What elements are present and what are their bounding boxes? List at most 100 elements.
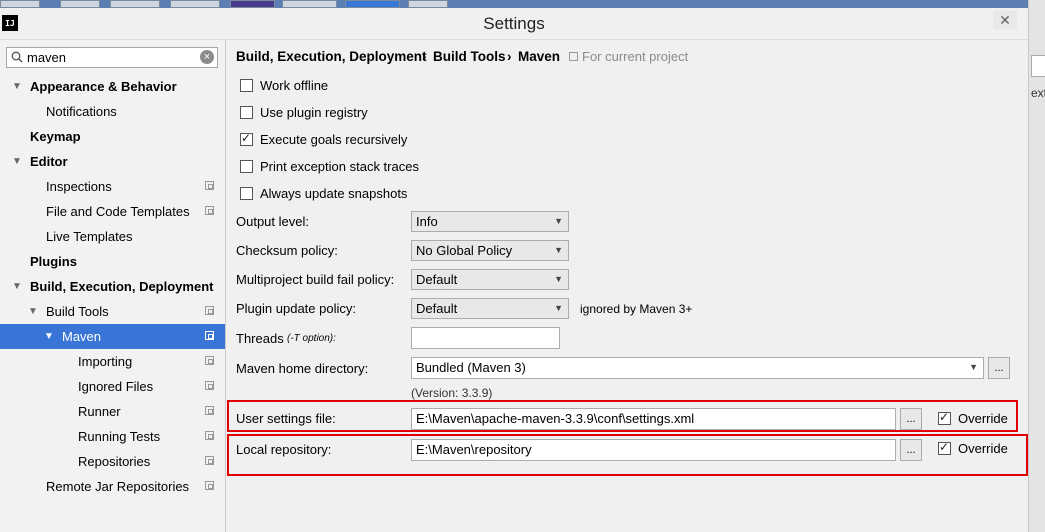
background-app-field xyxy=(1031,55,1045,77)
project-scope-icon xyxy=(205,406,214,415)
use-plugin-registry-label: Use plugin registry xyxy=(260,105,368,120)
threads-hint: (-T option): xyxy=(287,333,336,344)
chevron-down-icon: ▼ xyxy=(28,306,38,317)
breadcrumb-separator: › xyxy=(422,49,427,64)
project-scope-icon xyxy=(205,306,214,315)
sidebar-item-label: Notifications xyxy=(46,104,117,119)
project-scope-icon xyxy=(205,456,214,465)
taskbar-strip xyxy=(0,0,1045,8)
taskbar-button[interactable] xyxy=(282,0,337,8)
taskbar-button[interactable] xyxy=(408,0,448,8)
chevron-down-icon: ▼ xyxy=(12,156,22,167)
sidebar-item-label: Build, Execution, Deployment xyxy=(30,279,214,294)
sidebar-item-label: Keymap xyxy=(30,129,81,144)
plugin-update-policy-select[interactable]: Default ▼ xyxy=(411,298,569,319)
chevron-down-icon: ▼ xyxy=(554,303,563,313)
print-exception-stack-traces-label: Print exception stack traces xyxy=(260,159,419,174)
sidebar-item-ignored-files[interactable]: Ignored Files xyxy=(0,374,225,399)
work-offline-label: Work offline xyxy=(260,78,329,93)
sidebar-item-running-tests[interactable]: Running Tests xyxy=(0,424,225,449)
breadcrumb-part: Build, Execution, Deployment xyxy=(236,49,427,64)
plugin-update-policy-label: Plugin update policy: xyxy=(236,301,356,316)
checksum-policy-label: Checksum policy: xyxy=(236,243,338,258)
close-button[interactable]: ✕ xyxy=(993,11,1017,29)
checksum-policy-select[interactable]: No Global Policy ▼ xyxy=(411,240,569,261)
search-box[interactable]: × xyxy=(6,47,218,68)
output-level-value: Info xyxy=(416,214,438,229)
local-repository-override-label: Override xyxy=(958,441,1008,456)
sidebar-item-label: Repositories xyxy=(78,454,151,469)
sidebar-item-remote-jar-repositories[interactable]: Remote Jar Repositories xyxy=(0,474,225,499)
taskbar-button[interactable] xyxy=(110,0,160,8)
always-update-snapshots-checkbox[interactable] xyxy=(240,187,253,200)
multiproject-fail-policy-label: Multiproject build fail policy: xyxy=(236,272,395,287)
user-settings-label: User settings file: xyxy=(236,411,336,426)
maven-version-text: (Version: 3.3.9) xyxy=(411,386,493,400)
taskbar-button[interactable] xyxy=(230,0,275,8)
sidebar-item-plugins[interactable]: Plugins xyxy=(0,249,225,274)
sidebar-item-appearance-behavior[interactable]: ▼ Appearance & Behavior xyxy=(0,74,225,99)
maven-home-browse-button[interactable]: ... xyxy=(988,357,1010,379)
scope-note: For current project xyxy=(582,49,689,64)
title-bar: IJ Settings ✕ xyxy=(0,8,1028,40)
user-settings-browse-button[interactable]: ... xyxy=(900,408,922,430)
work-offline-checkbox[interactable] xyxy=(240,79,253,92)
always-update-snapshots-label: Always update snapshots xyxy=(260,186,408,201)
sidebar-item-importing[interactable]: Importing xyxy=(0,349,225,374)
multiproject-fail-policy-select[interactable]: Default ▼ xyxy=(411,269,569,290)
sidebar-item-live-templates[interactable]: Live Templates xyxy=(0,224,225,249)
sidebar-item-maven[interactable]: ▼ Maven xyxy=(0,324,225,349)
local-repository-override-checkbox[interactable] xyxy=(938,440,951,455)
user-settings-override-checkbox[interactable] xyxy=(938,410,951,425)
taskbar-button[interactable] xyxy=(0,0,40,8)
sidebar-item-label: Maven xyxy=(62,329,102,344)
execute-goals-recursively-checkbox[interactable] xyxy=(240,131,253,146)
output-level-select[interactable]: Info ▼ xyxy=(411,211,569,232)
sidebar-item-inspections[interactable]: Inspections xyxy=(0,174,225,199)
breadcrumb: Build, Execution, Deployment › Build Too… xyxy=(236,49,736,67)
multiproject-fail-policy-value: Default xyxy=(416,272,458,287)
sidebar-item-build-tools[interactable]: ▼ Build Tools xyxy=(0,299,225,324)
chevron-down-icon: ▼ xyxy=(554,216,563,226)
sidebar-item-label: Inspections xyxy=(46,179,112,194)
project-scope-icon xyxy=(205,356,214,365)
local-repository-input[interactable]: E:\Maven\repository xyxy=(411,439,896,461)
sidebar-item-repositories[interactable]: Repositories xyxy=(0,449,225,474)
project-scope-icon xyxy=(205,481,214,490)
user-settings-input[interactable]: E:\Maven\apache-maven-3.3.9\conf\setting… xyxy=(411,408,896,430)
sidebar-item-keymap[interactable]: Keymap xyxy=(0,124,225,149)
chevron-down-icon: ▼ xyxy=(44,331,54,342)
sidebar-item-build-execution-deployment[interactable]: ▼ Build, Execution, Deployment xyxy=(0,274,225,299)
taskbar-button[interactable] xyxy=(345,0,400,8)
taskbar-button[interactable] xyxy=(60,0,100,8)
maven-home-select[interactable]: Bundled (Maven 3) ▼ xyxy=(411,357,984,379)
sidebar-item-label: File and Code Templates xyxy=(46,204,190,219)
sidebar-item-label: Editor xyxy=(30,154,68,169)
chevron-down-icon: ▼ xyxy=(12,81,22,92)
sidebar-item-editor[interactable]: ▼ Editor xyxy=(0,149,225,174)
project-scope-icon xyxy=(205,431,214,440)
sidebar-item-file-code-templates[interactable]: File and Code Templates xyxy=(0,199,225,224)
project-scope-icon xyxy=(205,331,214,340)
sidebar-item-runner[interactable]: Runner xyxy=(0,399,225,424)
background-app-panel: ext xyxy=(1028,0,1045,532)
sidebar-item-label: Appearance & Behavior xyxy=(30,79,177,94)
breadcrumb-part: Build Tools xyxy=(433,49,506,64)
taskbar-button[interactable] xyxy=(170,0,220,8)
execute-goals-recursively-label: Execute goals recursively xyxy=(260,132,408,147)
output-level-label: Output level: xyxy=(236,214,309,229)
sidebar-item-label: Plugins xyxy=(30,254,77,269)
project-scope-icon xyxy=(205,181,214,190)
project-scope-icon xyxy=(205,206,214,215)
search-input[interactable] xyxy=(27,49,192,66)
local-repository-browse-button[interactable]: ... xyxy=(900,439,922,461)
clear-search-icon[interactable]: × xyxy=(200,50,214,64)
use-plugin-registry-checkbox[interactable] xyxy=(240,106,253,119)
print-exception-stack-traces-checkbox[interactable] xyxy=(240,160,253,173)
threads-input[interactable] xyxy=(411,327,560,349)
project-scope-icon xyxy=(205,381,214,390)
plugin-update-policy-note: ignored by Maven 3+ xyxy=(580,302,693,316)
sidebar-item-notifications[interactable]: Notifications xyxy=(0,99,225,124)
checksum-policy-value: No Global Policy xyxy=(416,243,513,258)
maven-home-label: Maven home directory: xyxy=(236,361,369,376)
